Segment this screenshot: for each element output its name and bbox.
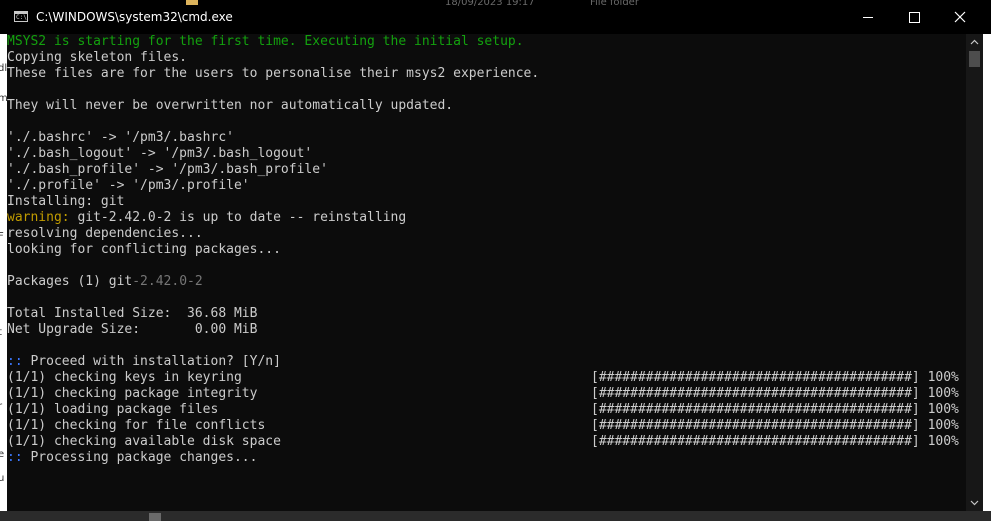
close-icon xyxy=(954,11,966,23)
prompt-marker: :: xyxy=(7,450,23,465)
maximize-icon xyxy=(909,12,920,23)
maximize-button[interactable] xyxy=(891,0,937,34)
window-title: C:\WINDOWS\system32\cmd.exe xyxy=(36,10,233,24)
edge-text-fragment: dl xyxy=(0,63,7,74)
packages-label: Packages (1) xyxy=(7,274,109,289)
edge-text-fragment: e xyxy=(0,449,5,460)
progress-label: (1/1) checking for file conflicts xyxy=(7,418,266,433)
progress-percent: 100% xyxy=(927,370,959,385)
console-line: These files are for the users to persona… xyxy=(7,66,540,81)
vertical-scrollbar[interactable] xyxy=(966,34,983,511)
title-bar[interactable]: 18/09/2023 19:17 File folder C:\ C:\WIND… xyxy=(0,0,991,34)
console-line: Net Upgrade Size: 0.00 MiB xyxy=(7,322,258,337)
edge-text-fragment: t xyxy=(0,328,2,338)
package-name: git xyxy=(108,274,133,289)
scroll-down-button[interactable] xyxy=(966,494,983,511)
desktop-background-edge-right xyxy=(983,34,991,521)
console-line: './.profile' -> '/pm3/.profile' xyxy=(7,178,250,193)
console-line: :: Processing package changes... xyxy=(7,450,539,466)
console-line: looking for conflicting packages... xyxy=(7,242,281,257)
window-bottom-edge xyxy=(0,511,991,521)
progress-label: (1/1) checking keys in keyring xyxy=(7,370,242,385)
progress-label: (1/1) checking available disk space xyxy=(7,434,281,449)
cmd-window: 18/09/2023 19:17 File folder C:\ C:\WIND… xyxy=(0,0,991,521)
edge-text-fragment: F xyxy=(0,231,4,242)
background-scroll-mark xyxy=(149,513,161,521)
progress-bar: [#######################################… xyxy=(591,434,920,449)
console-output[interactable]: MSYS2 is starting for the first time. Ex… xyxy=(7,34,966,511)
warning-message: git-2.42.0-2 is up to date -- reinstalli… xyxy=(69,210,407,225)
console-line: MSYS2 is starting for the first time. Ex… xyxy=(7,34,524,49)
console-line: They will never be overwritten nor autom… xyxy=(7,98,454,113)
progress-bar: [#######################################… xyxy=(591,386,920,401)
progress-percent: 100% xyxy=(927,434,959,449)
progress-row: (1/1) checking package integrity [#######… xyxy=(7,386,959,402)
progress-row: (1/1) checking for file conflicts [######… xyxy=(7,418,959,434)
package-version: -2.42.0-2 xyxy=(132,274,203,289)
console-line: './.bash_profile' -> '/pm3/.bash_profile… xyxy=(7,162,328,177)
console-line: './.bashrc' -> '/pm3/.bashrc' xyxy=(7,130,234,145)
background-date-text: 18/09/2023 19:17 xyxy=(445,0,535,6)
processing-message: Processing package changes... xyxy=(22,450,258,465)
console-line: warning: git-2.42.0-2 is up to date -- r… xyxy=(7,210,539,226)
cmd-app-icon[interactable]: C:\ xyxy=(14,11,28,22)
close-button[interactable] xyxy=(937,0,983,34)
scrollbar-thumb[interactable] xyxy=(969,51,980,67)
progress-bar: [#######################################… xyxy=(591,402,920,417)
proceed-prompt: Proceed with installation? [Y/n] xyxy=(22,354,281,369)
minimize-button[interactable] xyxy=(845,0,891,34)
console-line: resolving dependencies... xyxy=(7,226,203,241)
console-line: Installing: git xyxy=(7,194,125,209)
progress-row: (1/1) checking keys in keyring [#########… xyxy=(7,370,959,386)
progress-row: (1/1) checking available disk space [####… xyxy=(7,434,959,450)
progress-label: (1/1) checking package integrity xyxy=(7,386,258,401)
edge-text-fragment: r xyxy=(0,401,3,412)
console-line: Packages (1) git-2.42.0-2 xyxy=(7,274,539,290)
console-line: Copying skeleton files. xyxy=(7,50,188,65)
progress-label: (1/1) loading package files xyxy=(7,402,219,417)
progress-percent: 100% xyxy=(927,402,959,417)
background-type-text: File folder xyxy=(590,0,639,6)
edge-text-fragment: m xyxy=(0,93,7,104)
scroll-up-button[interactable] xyxy=(966,34,983,51)
prompt-marker: :: xyxy=(7,354,23,369)
console-line: Total Installed Size: 36.68 MiB xyxy=(7,306,258,321)
minimize-icon xyxy=(863,17,873,18)
progress-bar: [#######################################… xyxy=(591,370,920,385)
progress-percent: 100% xyxy=(927,418,959,433)
console-line: :: Proceed with installation? [Y/n] xyxy=(7,354,539,370)
progress-percent: 100% xyxy=(927,386,959,401)
desktop-background-edge: dl m F t r e u xyxy=(0,34,7,521)
background-folder-icon xyxy=(186,0,198,5)
progress-row: (1/1) loading package files [############… xyxy=(7,402,959,418)
chevron-down-icon xyxy=(970,500,979,506)
edge-text-fragment: u xyxy=(0,473,5,484)
chevron-up-icon xyxy=(970,39,979,45)
progress-bar: [#######################################… xyxy=(591,418,920,433)
console-line: './.bash_logout' -> '/pm3/.bash_logout' xyxy=(7,146,313,161)
warning-prefix: warning: xyxy=(7,210,70,225)
